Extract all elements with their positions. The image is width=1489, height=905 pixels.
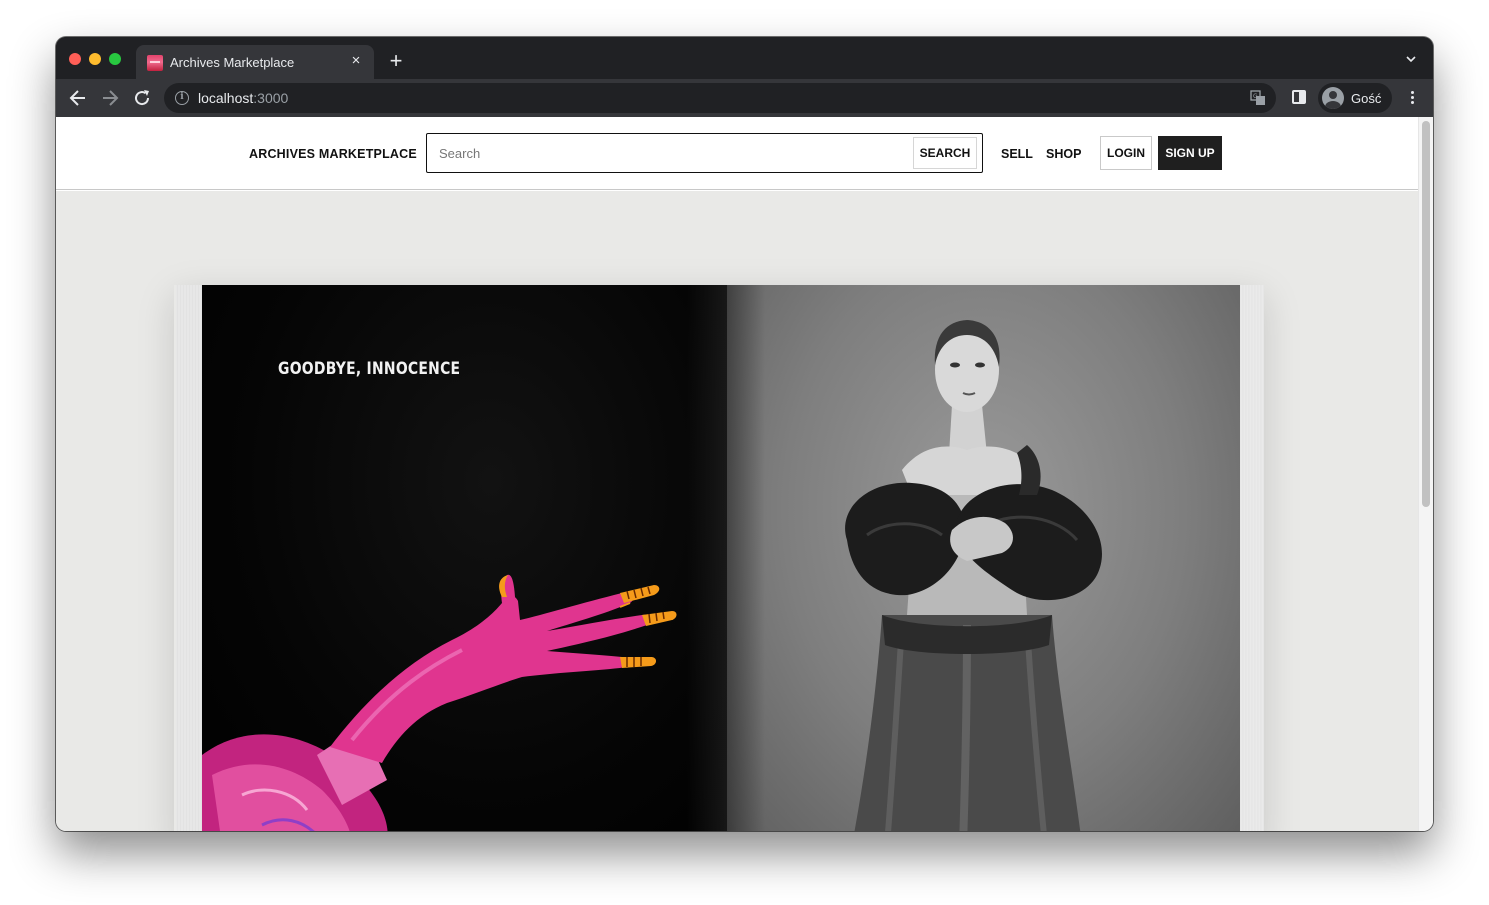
page-scrollbar[interactable] [1418,117,1433,831]
address-bar[interactable]: i localhost:3000 G [164,83,1276,113]
close-window-button[interactable] [69,53,81,65]
arrow-left-icon[interactable] [68,88,88,108]
svg-text:G: G [1253,93,1258,100]
favicon-icon [147,55,163,71]
chevron-down-icon[interactable] [1405,53,1417,65]
tab-title: Archives Marketplace [170,55,295,70]
side-panel-icon[interactable] [1292,90,1306,104]
arrow-right-icon[interactable] [100,88,120,108]
signup-button[interactable]: SIGN UP [1158,136,1222,170]
maximize-window-button[interactable] [109,53,121,65]
book-page-edges-right [1240,285,1264,831]
browser-window: Archives Marketplace × + i localhost:300… [56,37,1433,831]
info-icon[interactable]: i [175,91,189,105]
profile-button[interactable]: Gość [1318,83,1392,113]
new-tab-button[interactable]: + [386,50,406,72]
site-header: ARCHIVES MARKETPLACE SEARCH SELL SHOP LO… [56,117,1418,190]
search-form: SEARCH [426,133,983,173]
translate-icon[interactable]: G [1250,90,1266,106]
search-button[interactable]: SEARCH [913,137,977,169]
nav-link-shop[interactable]: SHOP [1046,147,1081,161]
avatar-icon [1322,87,1344,109]
url-text: localhost:3000 [198,90,288,106]
url-port: :3000 [253,90,289,106]
magenta-hand-illustration [202,574,677,831]
url-host: localhost [198,90,254,106]
fashion-model-photo [845,320,1102,831]
kebab-menu-icon[interactable] [1404,89,1420,107]
site-logo[interactable]: ARCHIVES MARKETPLACE [249,147,417,161]
reload-icon[interactable] [132,88,152,108]
minimize-window-button[interactable] [89,53,101,65]
nav-link-sell[interactable]: SELL [1001,147,1033,161]
book-page-edges-left [176,285,202,831]
tab-close-icon[interactable]: × [348,53,364,69]
hero-banner: GOODBYE, INNOCENCE [56,191,1418,831]
tab-strip: Archives Marketplace × + [56,37,1433,79]
search-input[interactable] [428,135,908,171]
profile-name: Gość [1351,91,1382,106]
login-button[interactable]: LOGIN [1100,136,1152,170]
browser-tab[interactable]: Archives Marketplace × [136,45,374,79]
scrollbar-thumb[interactable] [1422,121,1430,507]
book-page-right [727,285,1241,831]
book-page-left: GOODBYE, INNOCENCE [202,285,727,831]
browser-toolbar: i localhost:3000 G Gość [56,79,1433,117]
page-viewport: ARCHIVES MARKETPLACE SEARCH SELL SHOP LO… [56,117,1433,831]
